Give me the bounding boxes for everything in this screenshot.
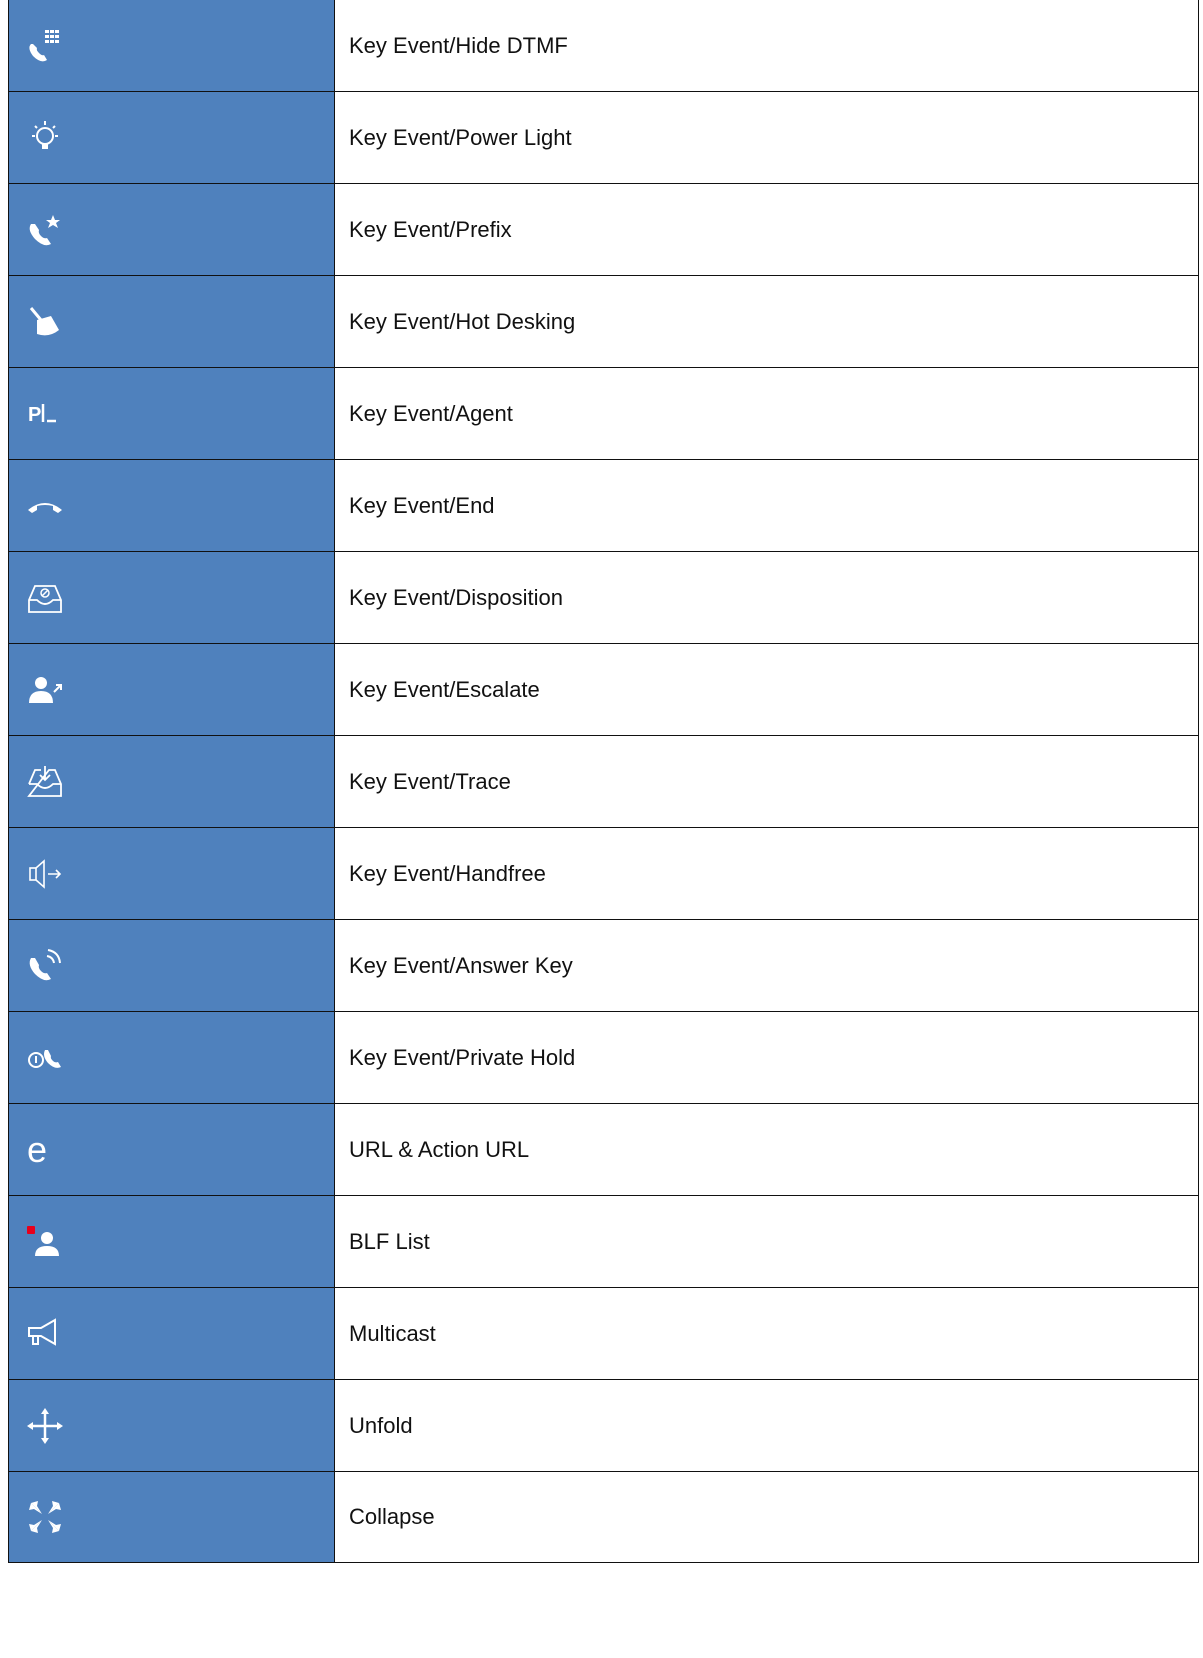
row-label: URL & Action URL (334, 1103, 1199, 1196)
row-label: Collapse (334, 1471, 1199, 1563)
row-label: BLF List (334, 1195, 1199, 1288)
row-label: Key Event/Hide DTMF (334, 0, 1199, 92)
icon-cell (8, 551, 335, 644)
table-row: Key Event/Escalate (8, 643, 1199, 736)
row-label: Key Event/Agent (334, 367, 1199, 460)
icon-cell (8, 1379, 335, 1472)
table-row: Key Event/Prefix (8, 183, 1199, 276)
icon-cell (8, 183, 335, 276)
browser-e-icon: e (23, 1128, 67, 1172)
user-escalate-icon (23, 668, 67, 712)
row-label: Key Event/Disposition (334, 551, 1199, 644)
end-call-icon (23, 484, 67, 528)
row-label: Key Event/Prefix (334, 183, 1199, 276)
table-row: Key Event/Private Hold (8, 1011, 1199, 1104)
row-label: Key Event/Private Hold (334, 1011, 1199, 1104)
phone-star-icon (23, 208, 67, 252)
row-label: Key Event/Answer Key (334, 919, 1199, 1012)
svg-text:P: P (28, 404, 41, 426)
icon-cell (8, 1195, 335, 1288)
row-label: Key Event/Escalate (334, 643, 1199, 736)
inbox-disposition-icon (23, 576, 67, 620)
icon-cell: P (8, 367, 335, 460)
collapse-arrows-icon (23, 1495, 67, 1539)
svg-text:e: e (27, 1129, 47, 1170)
table-row: Key Event/Hide DTMF (8, 0, 1199, 92)
table-row: e URL & Action URL (8, 1103, 1199, 1196)
table-row: Unfold (8, 1379, 1199, 1472)
phone-ringing-icon (23, 944, 67, 988)
icon-cell (8, 643, 335, 736)
speaker-handfree-icon (23, 852, 67, 896)
table-row: Collapse (8, 1471, 1199, 1563)
row-label: Key Event/End (334, 459, 1199, 552)
table-row: Key Event/Hot Desking (8, 275, 1199, 368)
dialpad-phone-icon (23, 24, 67, 68)
icon-cell (8, 1471, 335, 1563)
agent-p-icon: P (23, 392, 67, 436)
icon-cell (8, 1011, 335, 1104)
icon-cell (8, 735, 335, 828)
table-row: Key Event/Handfree (8, 827, 1199, 920)
icon-cell (8, 91, 335, 184)
icon-reference-table: Key Event/Hide DTMF Key Event/Power Ligh… (8, 0, 1199, 1563)
expand-arrows-icon (23, 1404, 67, 1448)
inbox-trace-icon (23, 760, 67, 804)
table-row: P Key Event/Agent (8, 367, 1199, 460)
table-row: Key Event/Power Light (8, 91, 1199, 184)
table-row: Multicast (8, 1287, 1199, 1380)
table-row: Key Event/Trace (8, 735, 1199, 828)
row-label: Unfold (334, 1379, 1199, 1472)
row-label: Key Event/Trace (334, 735, 1199, 828)
row-label: Multicast (334, 1287, 1199, 1380)
row-label: Key Event/Power Light (334, 91, 1199, 184)
table-row: BLF List (8, 1195, 1199, 1288)
table-row: Key Event/End (8, 459, 1199, 552)
icon-cell (8, 827, 335, 920)
icon-cell (8, 0, 335, 92)
icon-cell: e (8, 1103, 335, 1196)
icon-cell (8, 1287, 335, 1380)
private-hold-icon (23, 1036, 67, 1080)
table-row: Key Event/Answer Key (8, 919, 1199, 1012)
megaphone-icon (23, 1312, 67, 1356)
light-bulb-icon (23, 116, 67, 160)
row-label: Key Event/Hot Desking (334, 275, 1199, 368)
blf-user-icon (23, 1220, 67, 1264)
table-row: Key Event/Disposition (8, 551, 1199, 644)
icon-cell (8, 459, 335, 552)
broom-icon (23, 300, 67, 344)
icon-cell (8, 275, 335, 368)
row-label: Key Event/Handfree (334, 827, 1199, 920)
icon-cell (8, 919, 335, 1012)
